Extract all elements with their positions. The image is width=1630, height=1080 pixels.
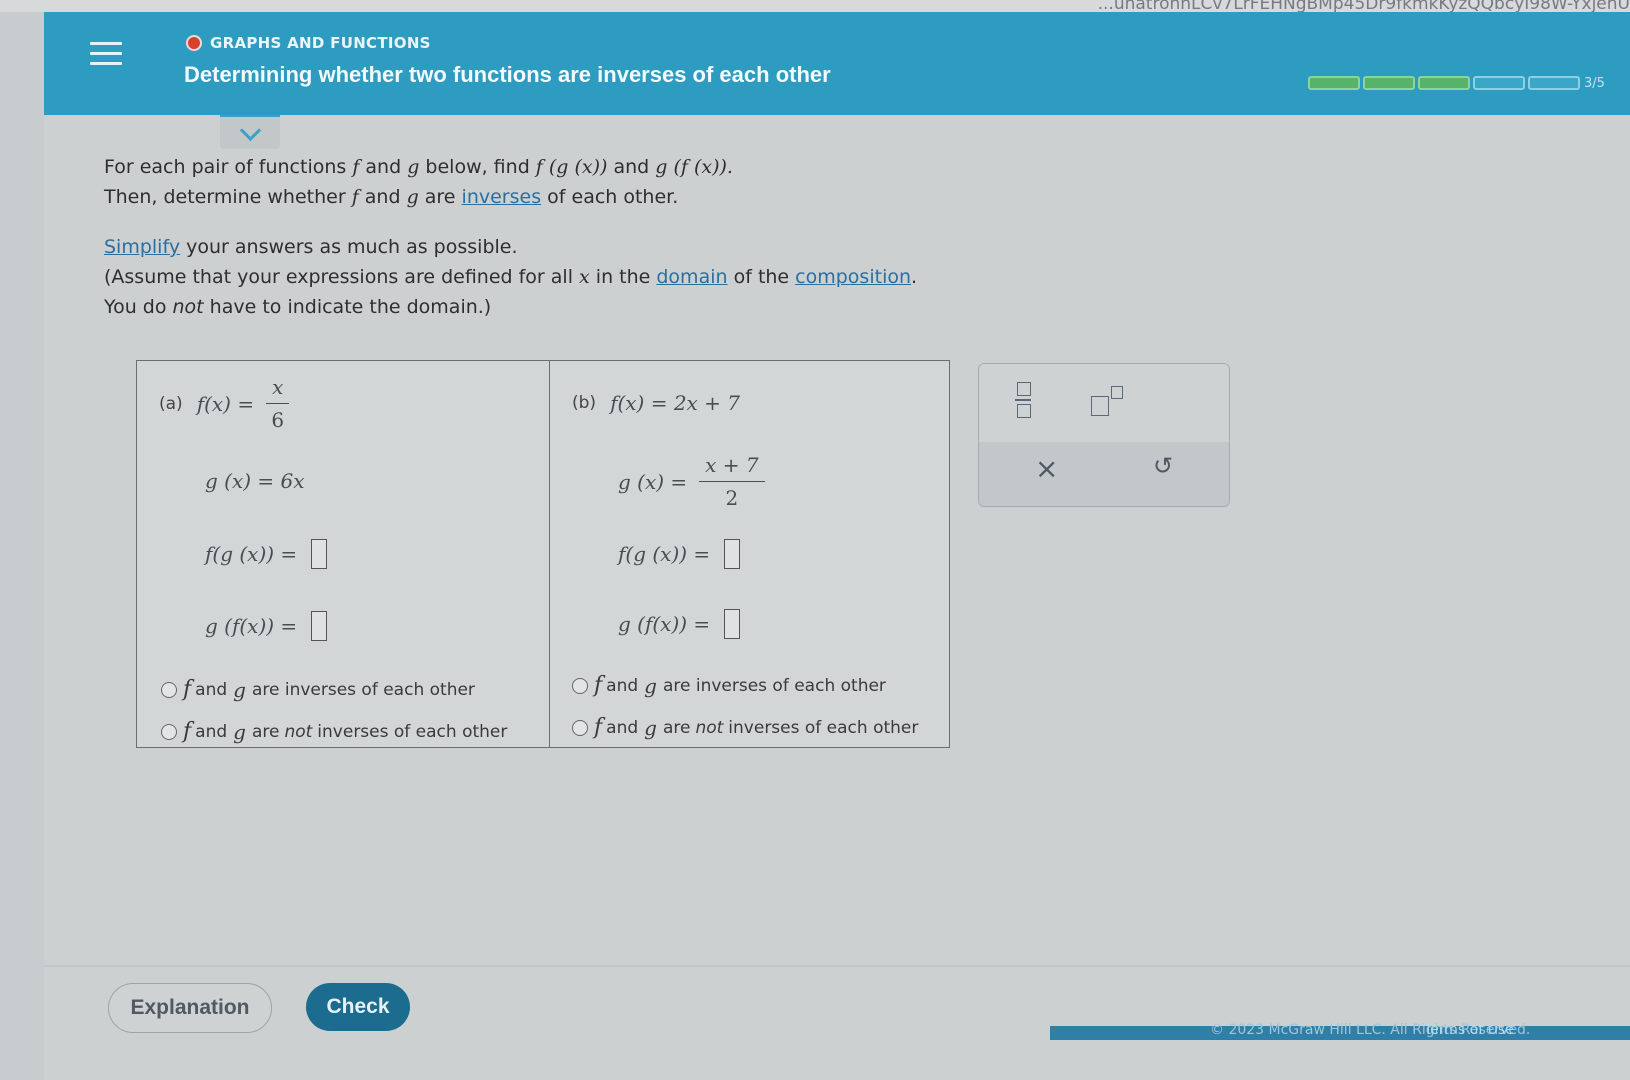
url-text[interactable]: ...unatronnLCv7LrFEHNgBMp45Dr9fkmkKyzQQb… xyxy=(1098,0,1630,12)
part-b-f-definition: (b) f(x) = 2x + 7 xyxy=(572,391,741,415)
problem-table: (a) f(x) = x 6 g (x) = 6x f(g (x)) = g (… xyxy=(136,360,950,748)
page-title: Determining whether two functions are in… xyxy=(184,62,831,87)
part-b-column: (b) f(x) = 2x + 7 g (x) = x + 7 2 f(g (x… xyxy=(550,361,948,747)
progress-segment xyxy=(1363,76,1415,90)
collapse-toggle[interactable] xyxy=(220,115,280,149)
terms-link[interactable]: Terms of Use xyxy=(1424,1022,1514,1038)
fraction: x + 7 2 xyxy=(699,453,765,510)
progress-label: 3/5 xyxy=(1584,76,1605,91)
progress-segment xyxy=(1308,76,1360,90)
clear-icon[interactable]: × xyxy=(1035,452,1058,485)
progress-segment xyxy=(1528,76,1580,90)
instructions: For each pair of functions f and g below… xyxy=(104,152,917,322)
chevron-down-icon xyxy=(239,119,261,141)
part-a-fg-answer-input[interactable] xyxy=(311,539,328,569)
check-button[interactable]: Check xyxy=(306,983,410,1031)
part-b-inverses-option[interactable]: f and g are inverses of each other xyxy=(572,673,886,698)
fraction: x 6 xyxy=(266,375,290,432)
menu-icon[interactable] xyxy=(90,42,122,72)
topic-label: GRAPHS AND FUNCTIONS xyxy=(210,34,431,52)
radio-button[interactable] xyxy=(161,681,177,698)
progress-segment xyxy=(1418,76,1470,90)
radio-button[interactable] xyxy=(572,719,588,736)
progress-segment xyxy=(1473,76,1525,90)
radio-button[interactable] xyxy=(161,723,177,740)
simplify-link[interactable]: Simplify xyxy=(104,236,180,258)
browser-address-strip: ...unatronnLCv7LrFEHNgBMp45Dr9fkmkKyzQQb… xyxy=(0,0,1630,12)
part-a-inverses-option[interactable]: f and g are inverses of each other xyxy=(161,677,475,702)
progress-bar xyxy=(1308,76,1580,90)
part-a-not-inverses-option[interactable]: f and g are not inverses of each other xyxy=(161,719,507,744)
part-b-fg-row: f(g (x)) = xyxy=(618,539,741,569)
inverses-link[interactable]: inverses xyxy=(462,186,542,208)
part-b-gf-answer-input[interactable] xyxy=(724,609,741,639)
fraction-icon[interactable] xyxy=(1015,382,1033,418)
palette-actions xyxy=(979,442,1229,506)
instruction-line-2: Then, determine whether f and g are inve… xyxy=(104,186,679,208)
composition-link[interactable]: composition xyxy=(795,266,911,288)
part-b-gf-row: g (f(x)) = xyxy=(618,609,741,639)
part-a-fg-row: f(g (x)) = xyxy=(205,539,328,569)
footer-divider xyxy=(44,965,1630,967)
explanation-button[interactable]: Explanation xyxy=(108,983,272,1033)
part-a-column: (a) f(x) = x 6 g (x) = 6x f(g (x)) = g (… xyxy=(137,361,550,747)
part-b-not-inverses-option[interactable]: f and g are not inverses of each other xyxy=(572,715,918,740)
radio-button[interactable] xyxy=(572,677,588,694)
topic-row: GRAPHS AND FUNCTIONS xyxy=(186,34,431,52)
exponent-icon[interactable] xyxy=(1091,386,1125,416)
part-a-f-definition: (a) f(x) = x 6 xyxy=(159,375,290,432)
part-b-g-definition: g (x) = x + 7 2 xyxy=(618,453,765,510)
part-a-g-definition: g (x) = 6x xyxy=(205,469,305,493)
instruction-line-4: (Assume that your expressions are define… xyxy=(104,266,918,288)
part-a-gf-row: g (f(x)) = xyxy=(205,611,328,641)
instruction-line-1: For each pair of functions f and g below… xyxy=(104,156,733,178)
status-dot-icon xyxy=(186,35,202,51)
part-a-gf-answer-input[interactable] xyxy=(311,611,328,641)
instruction-line-3: Simplify your answers as much as possibl… xyxy=(104,236,518,258)
header-bar: GRAPHS AND FUNCTIONS Determining whether… xyxy=(44,12,1630,115)
domain-link[interactable]: domain xyxy=(656,266,727,288)
math-palette: × ↺ xyxy=(978,363,1230,507)
part-b-fg-answer-input[interactable] xyxy=(724,539,741,569)
undo-icon[interactable]: ↺ xyxy=(1153,452,1173,480)
instruction-line-5: You do not have to indicate the domain.) xyxy=(104,296,492,318)
